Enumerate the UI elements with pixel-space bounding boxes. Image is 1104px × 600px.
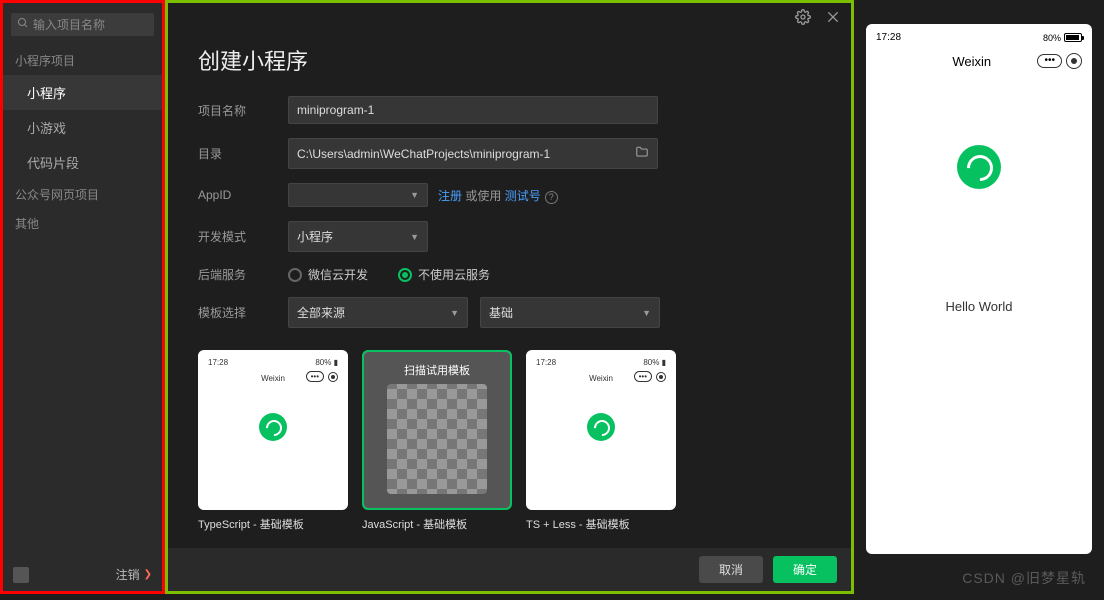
template-label: TS + Less - 基础模板 <box>526 516 676 532</box>
wechat-logo-icon <box>259 413 287 441</box>
preview-nav-title: Weixin <box>906 54 1037 69</box>
radio-cloud[interactable]: 微信云开发 <box>288 266 368 283</box>
caret-down-icon: ▼ <box>410 232 419 242</box>
cancel-button[interactable]: 取消 <box>699 556 763 583</box>
gear-icon[interactable] <box>795 9 811 28</box>
label-backend: 后端服务 <box>198 266 288 283</box>
dialog-title: 创建小程序 <box>168 34 851 96</box>
label-mode: 开发模式 <box>198 228 288 245</box>
search-box[interactable] <box>11 13 154 36</box>
template-card-javascript[interactable]: 扫描试用模板 JavaScript - 基础模板 <box>362 350 512 532</box>
folder-icon[interactable] <box>635 145 649 162</box>
testid-link[interactable]: 测试号 <box>505 189 541 203</box>
sidebar-item-minigame[interactable]: 小游戏 <box>3 110 162 145</box>
radio-dot-icon <box>288 268 302 282</box>
select-mode[interactable]: 小程序▼ <box>288 221 428 252</box>
template-card-typescript[interactable]: 17:2880% ▮ ••• Weixin TypeScript - 基础模板 <box>198 350 348 532</box>
input-directory[interactable]: C:\Users\admin\WeChatProjects\miniprogra… <box>288 138 658 169</box>
select-appid[interactable]: ▼ <box>288 183 428 207</box>
register-link[interactable]: 注册 <box>438 189 462 203</box>
menu-dots-icon: ••• <box>1037 54 1062 68</box>
select-template-source[interactable]: 全部来源▼ <box>288 297 468 328</box>
template-overlay-text: 扫描试用模板 <box>404 362 470 378</box>
label-name: 项目名称 <box>198 102 288 119</box>
sidebar-item-miniprogram[interactable]: 小程序 <box>3 75 162 110</box>
caret-down-icon: ▼ <box>642 308 651 318</box>
close-icon[interactable] <box>825 9 841 28</box>
phone-preview: 17:28 80% Weixin ••• Hello World <box>866 24 1092 554</box>
search-input[interactable] <box>29 18 148 32</box>
logout-link[interactable]: 注销 <box>116 566 140 583</box>
search-icon <box>17 17 29 32</box>
select-template-category[interactable]: 基础▼ <box>480 297 660 328</box>
template-label: TypeScript - 基础模板 <box>198 516 348 532</box>
template-label: JavaScript - 基础模板 <box>362 516 512 532</box>
ok-button[interactable]: 确定 <box>773 556 837 583</box>
qrcode-placeholder <box>387 384 487 494</box>
radio-dot-selected-icon <box>398 268 412 282</box>
template-card-tsless[interactable]: 17:2880% ▮ ••• Weixin TS + Less - 基础模板 <box>526 350 676 532</box>
create-dialog: 创建小程序 项目名称 目录 C:\Users\admin\WeChatProje… <box>165 0 854 594</box>
preview-pane: 17:28 80% Weixin ••• Hello World <box>854 0 1104 600</box>
directory-value: C:\Users\admin\WeChatProjects\miniprogra… <box>297 147 550 161</box>
sidebar-section-other: 其他 <box>3 209 162 238</box>
sidebar-item-snippet[interactable]: 代码片段 <box>3 145 162 180</box>
caret-down-icon: ▼ <box>450 308 459 318</box>
battery-icon <box>1064 33 1082 42</box>
label-template: 模板选择 <box>198 304 288 321</box>
sidebar-section-miniprogram: 小程序项目 <box>3 46 162 75</box>
caret-down-icon: ▼ <box>410 190 419 200</box>
radio-nocloud[interactable]: 不使用云服务 <box>398 266 490 283</box>
preview-battery: 80% <box>1043 33 1061 43</box>
chevron-right-icon: ❯ <box>144 569 152 580</box>
wechat-logo-icon <box>587 413 615 441</box>
label-appid: AppID <box>198 188 288 202</box>
preview-body-text: Hello World <box>876 299 1082 314</box>
sidebar-section-official: 公众号网页项目 <box>3 180 162 209</box>
target-icon <box>1066 53 1082 69</box>
sidebar: 小程序项目 小程序 小游戏 代码片段 公众号网页项目 其他 注销 ❯ <box>0 0 165 594</box>
help-icon[interactable]: ? <box>545 191 558 204</box>
appid-hint: 注册 或使用 测试号? <box>438 187 558 204</box>
label-dir: 目录 <box>198 145 288 162</box>
avatar[interactable] <box>13 567 29 583</box>
preview-time: 17:28 <box>876 32 901 43</box>
input-project-name[interactable] <box>288 96 658 124</box>
wechat-logo-icon <box>957 145 1001 189</box>
